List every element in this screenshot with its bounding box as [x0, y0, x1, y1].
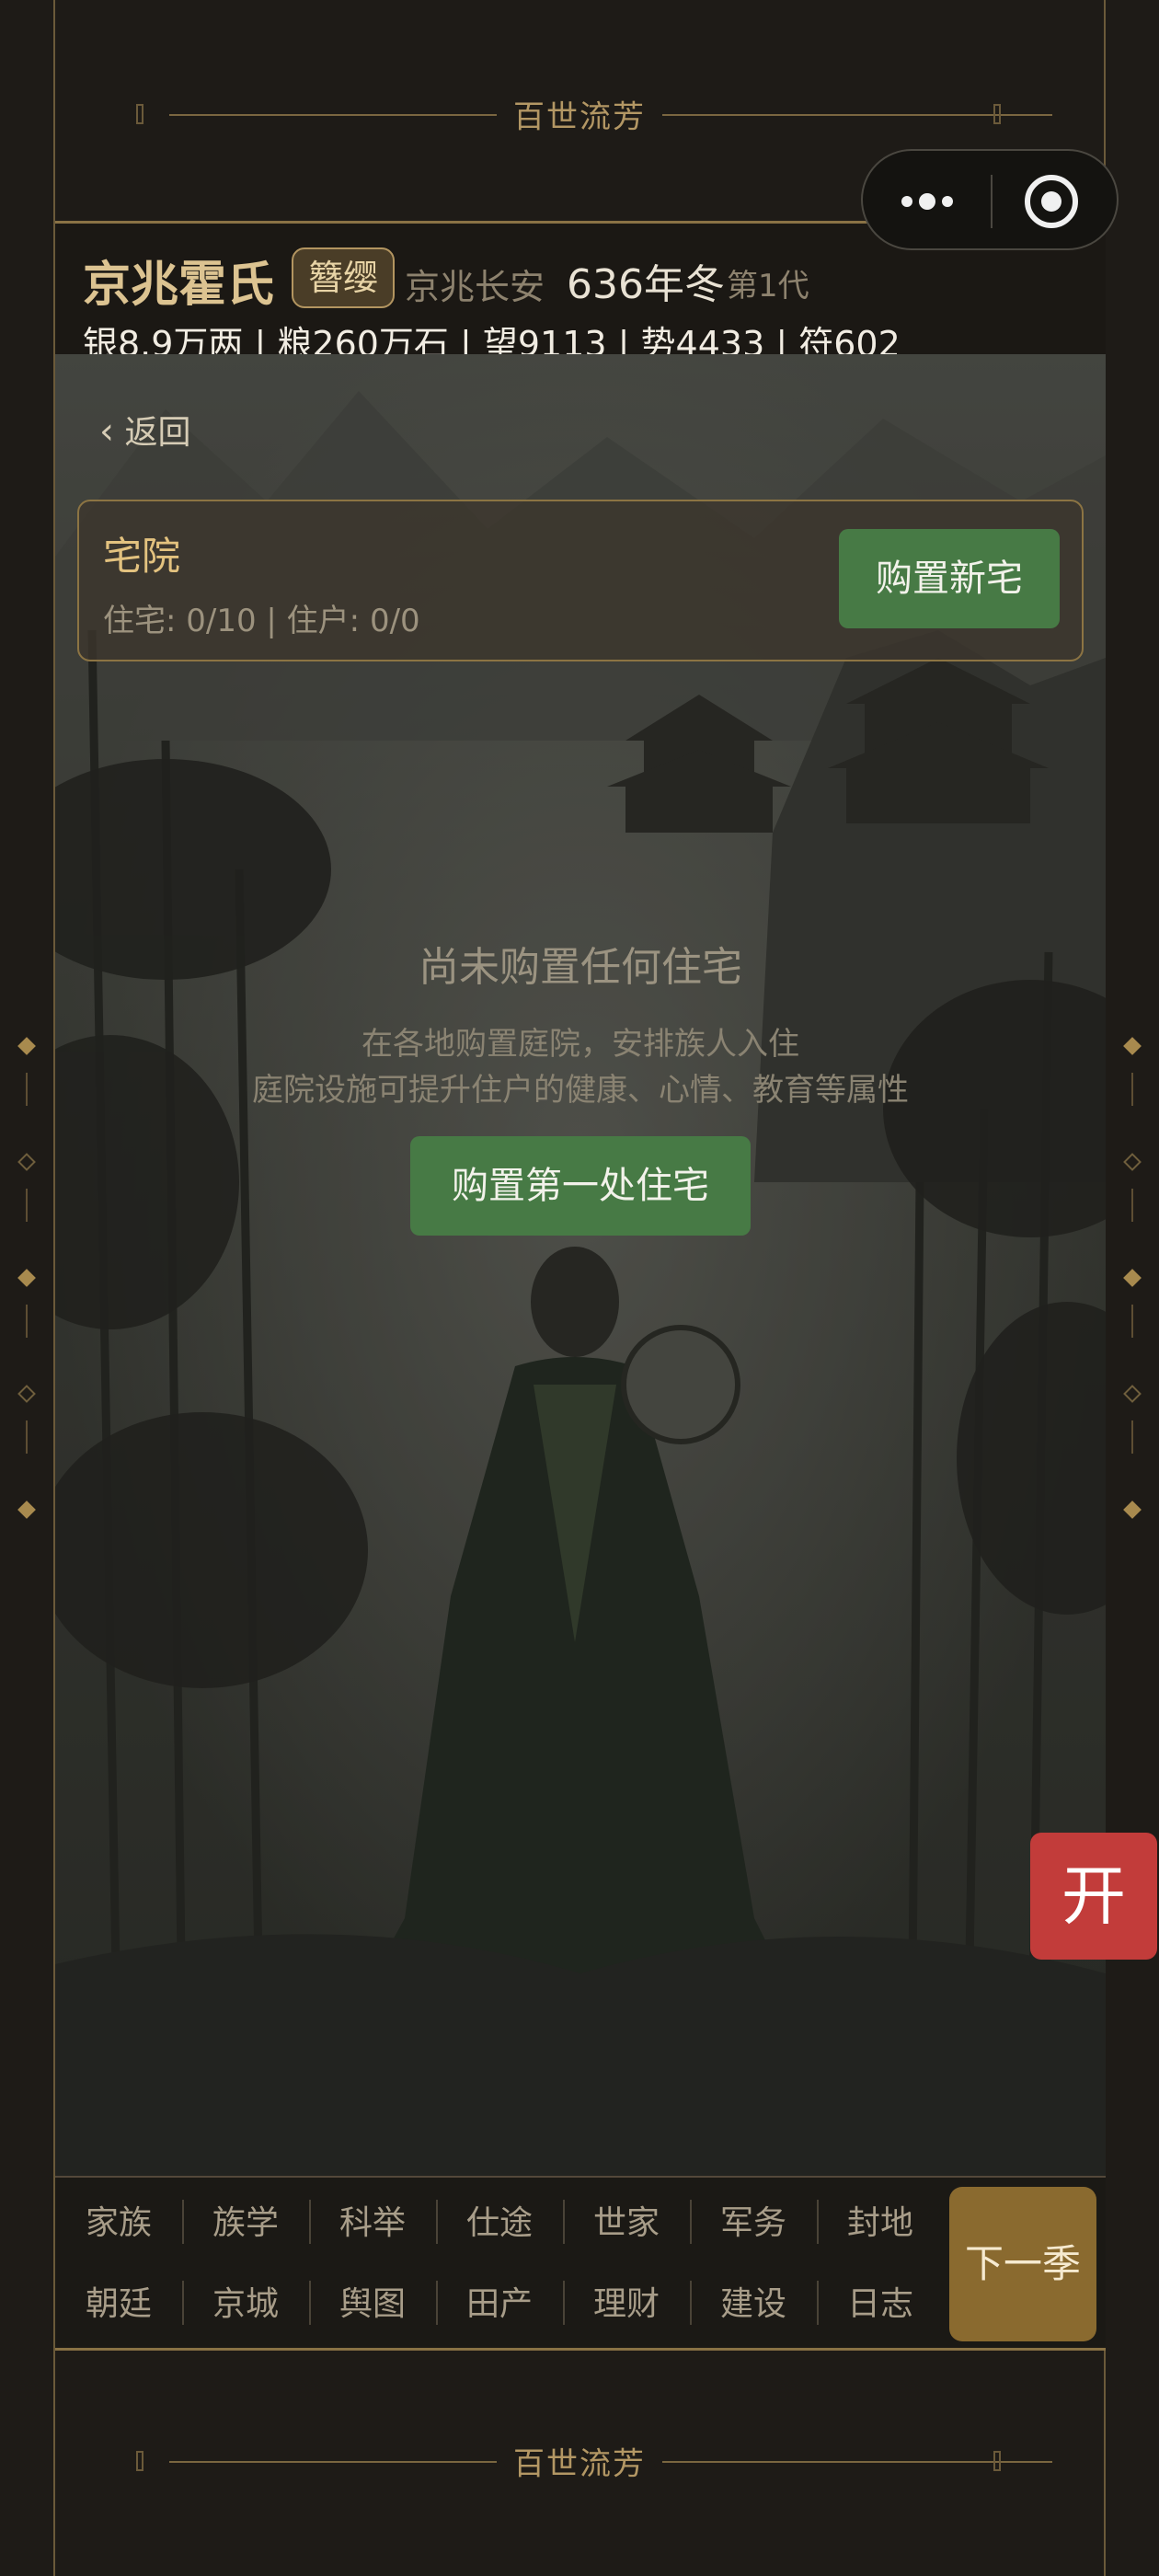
nav-estate[interactable]: 田产 — [436, 2277, 563, 2325]
next-season-button[interactable]: 下一季 — [949, 2187, 1096, 2341]
empty-state-desc-1: 在各地购置庭院，安排族人入住 — [361, 1026, 799, 1063]
residence-count: 住宅: 0/10 | 住户: 0/0 — [103, 603, 420, 639]
bottom-banner: 百世流芳 — [55, 2397, 1104, 2525]
rank-badge: 簪缨 — [292, 247, 396, 308]
nav-military[interactable]: 军务 — [690, 2196, 817, 2244]
left-ornament — [13, 1037, 40, 1527]
year-season-label: 636年冬 — [567, 261, 725, 308]
back-label: 返回 — [124, 414, 191, 452]
open-floating-button[interactable]: 开 — [1030, 1833, 1157, 1960]
nav-exam[interactable]: 科举 — [309, 2196, 436, 2244]
location-label: 京兆长安 — [405, 267, 545, 307]
nav-court[interactable]: 朝廷 — [55, 2277, 182, 2325]
nav-fief[interactable]: 封地 — [817, 2196, 944, 2244]
nav-capital[interactable]: 京城 — [182, 2277, 309, 2325]
nav-construction[interactable]: 建设 — [690, 2277, 817, 2325]
nav-family[interactable]: 家族 — [55, 2196, 182, 2244]
right-ornament — [1119, 1037, 1146, 1527]
family-name: 京兆霍氏 — [83, 258, 275, 313]
back-button[interactable]: ‹ 返回 — [99, 406, 190, 454]
nav-career[interactable]: 仕途 — [436, 2196, 563, 2244]
miniprogram-capsule — [861, 149, 1119, 250]
buy-new-residence-button[interactable]: 购置新宅 — [839, 529, 1060, 628]
more-dots-icon[interactable] — [890, 176, 964, 227]
panel-title: 宅院 — [103, 534, 181, 579]
buy-first-residence-button[interactable]: 购置第一处住宅 — [410, 1136, 751, 1236]
generation-label: 第1代 — [727, 268, 809, 305]
empty-state-title: 尚未购置任何住宅 — [419, 944, 742, 991]
nav-noble-families[interactable]: 世家 — [563, 2196, 690, 2244]
target-icon[interactable] — [1023, 173, 1080, 230]
chevron-left-icon: ‹ — [99, 410, 114, 453]
nav-finance[interactable]: 理财 — [563, 2277, 690, 2325]
nav-clan-school[interactable]: 族学 — [182, 2196, 309, 2244]
nav-log[interactable]: 日志 — [817, 2277, 944, 2325]
bottom-nav: 家族 族学 科举 仕途 世家 军务 封地 朝廷 京城 舆图 田产 理财 建设 日… — [55, 2176, 1106, 2351]
residence-scene: ‹ 返回 宅院 住宅: 0/10 | 住户: 0/0 购置新宅 尚未购置任何住宅… — [55, 354, 1106, 2176]
nav-map[interactable]: 舆图 — [309, 2277, 436, 2325]
empty-state-desc-2: 庭院设施可提升住户的健康、心情、教育等属性 — [252, 1072, 909, 1109]
app-root: 百世流芳 京兆霍氏 簪缨 京兆长安 636年冬 第1代 银8.9万两 | 粮26… — [0, 0, 1159, 2576]
residence-panel: 宅院 住宅: 0/10 | 住户: 0/0 购置新宅 — [77, 500, 1084, 661]
